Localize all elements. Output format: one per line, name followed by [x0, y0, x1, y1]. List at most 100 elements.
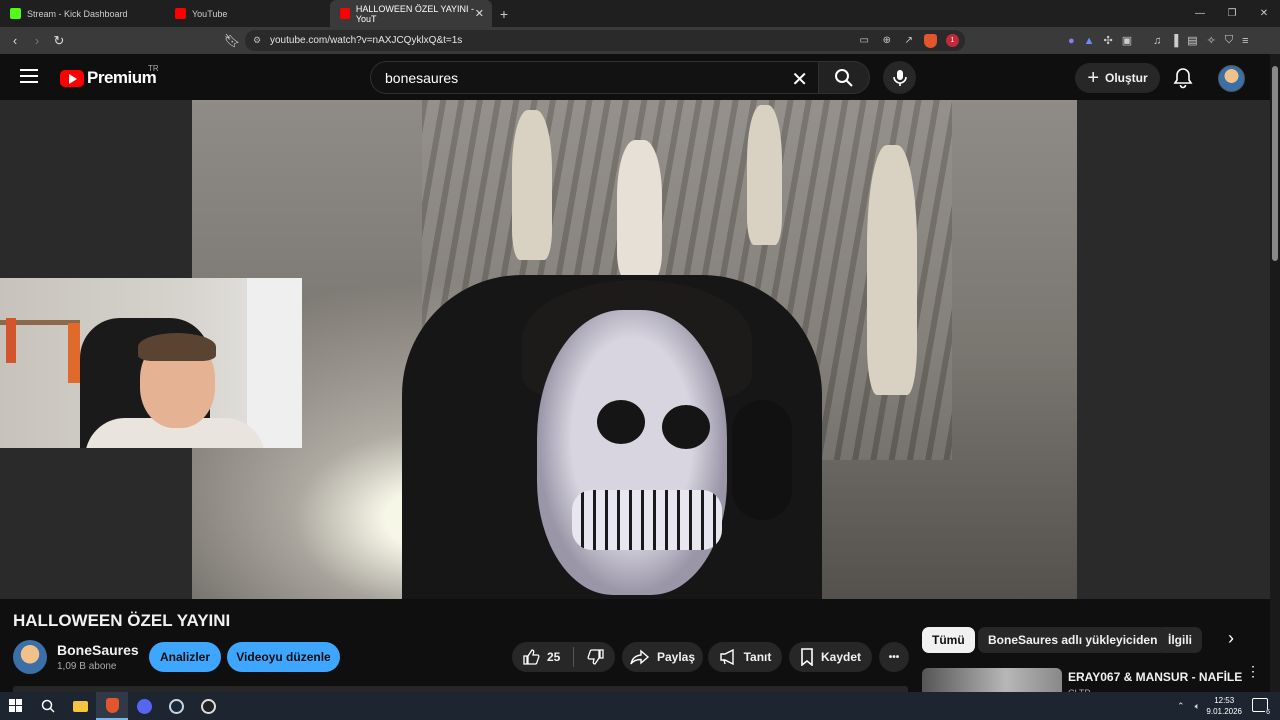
- recommendation-menu-icon[interactable]: ⋮: [1246, 664, 1260, 678]
- video-title: HALLOWEEN ÖZEL YAYINI: [13, 611, 231, 630]
- like-icon[interactable]: [522, 648, 540, 666]
- youtube-play-icon: [60, 69, 84, 87]
- scarf: [68, 323, 80, 383]
- save-label: Kaydet: [820, 650, 861, 664]
- youtube-premium-logo[interactable]: Premium TR: [60, 64, 159, 88]
- search-button[interactable]: [818, 61, 870, 94]
- tab-youtube[interactable]: YouTube: [165, 0, 330, 27]
- recommendation-thumbnail[interactable]: [922, 668, 1062, 692]
- youtube-favicon-icon: [175, 8, 186, 19]
- chip-related[interactable]: İlgili: [1158, 627, 1202, 653]
- promote-button[interactable]: Tanıt: [708, 642, 782, 672]
- extension-icon[interactable]: ▣: [1122, 34, 1132, 47]
- menu-icon[interactable]: ≡: [1242, 35, 1248, 47]
- windows-start-icon[interactable]: [0, 692, 32, 720]
- plus-icon: +: [1087, 67, 1099, 89]
- chips-next-icon[interactable]: ›: [1228, 628, 1234, 649]
- bookmark-icon[interactable]: 🔖︎: [222, 27, 242, 54]
- analytics-button[interactable]: Analizler: [149, 642, 221, 672]
- chip-all[interactable]: Tümü: [922, 627, 975, 653]
- more-actions-button[interactable]: •••: [879, 642, 909, 672]
- region-code: TR: [148, 64, 159, 73]
- video-frame[interactable]: [192, 100, 1077, 599]
- zoom-icon[interactable]: ⊕: [883, 35, 891, 46]
- notification-center-icon[interactable]: 6: [1252, 698, 1271, 716]
- create-label: Oluştur: [1105, 71, 1148, 85]
- eye-socket: [597, 400, 645, 444]
- site-info-icon[interactable]: ⚙: [253, 35, 261, 46]
- scrollbar-thumb[interactable]: [1272, 66, 1278, 261]
- notification-count: 6: [1265, 709, 1271, 716]
- brave-shield-icon[interactable]: [924, 33, 937, 48]
- back-icon[interactable]: ‹: [5, 27, 25, 54]
- voice-search-button[interactable]: [883, 61, 916, 94]
- new-tab-button[interactable]: +: [492, 0, 516, 27]
- search-icon[interactable]: [32, 692, 64, 720]
- system-clock[interactable]: 12:53 9.01.2026: [1206, 695, 1242, 717]
- system-tray: ⌃ 🔈︎: [1177, 692, 1200, 720]
- megaphone-icon: [719, 649, 734, 665]
- extensions-area: ● ▲ ✣ ▣ ♫ ▐ ▤ ✧ ⛉ ≡: [1068, 27, 1249, 54]
- hamburger-menu-icon[interactable]: [20, 69, 38, 83]
- search-bar: bonesaures ✕: [370, 61, 870, 94]
- cast-icon[interactable]: ▭: [860, 35, 869, 46]
- bookmark-icon: [801, 648, 813, 666]
- skull-teeth: [572, 490, 722, 550]
- extension-icon[interactable]: ▲: [1084, 35, 1095, 47]
- leo-icon[interactable]: ✧: [1207, 34, 1216, 47]
- logo-text: Premium: [87, 68, 157, 87]
- rewards-badge-icon[interactable]: 1: [946, 34, 959, 47]
- headset: [732, 400, 792, 520]
- wallet-icon[interactable]: ▤: [1187, 34, 1197, 47]
- address-bar[interactable]: ⚙ youtube.com/watch?v=nAXJCQyklxQ&t=1s ▭…: [245, 30, 965, 51]
- steam-icon[interactable]: [160, 692, 192, 720]
- tray-overflow-icon[interactable]: ⌃: [1177, 701, 1185, 712]
- ghost-decoration: [512, 110, 552, 260]
- channel-avatar[interactable]: [13, 640, 47, 674]
- brave-browser-icon[interactable]: [96, 692, 128, 720]
- search-icon: [835, 68, 853, 87]
- close-window-icon[interactable]: ✕: [1248, 0, 1280, 27]
- discord-icon[interactable]: [128, 692, 160, 720]
- clock-date: 9.01.2026: [1206, 707, 1242, 716]
- forward-icon[interactable]: ›: [27, 27, 47, 54]
- media-icon[interactable]: ♫: [1153, 35, 1161, 47]
- notifications-button[interactable]: [1173, 67, 1193, 94]
- webcam-overlay: [0, 278, 302, 448]
- extension-icon[interactable]: ●: [1068, 35, 1075, 47]
- channel-name[interactable]: BoneSaures: [57, 642, 139, 658]
- account-avatar[interactable]: [1218, 65, 1245, 92]
- tab-kick-dashboard[interactable]: Stream - Kick Dashboard: [0, 0, 165, 27]
- share-button[interactable]: Paylaş: [622, 642, 703, 672]
- vpn-icon[interactable]: ⛉: [1225, 34, 1233, 47]
- create-button[interactable]: + Oluştur: [1075, 63, 1160, 93]
- minimize-icon[interactable]: —: [1184, 0, 1216, 27]
- file-explorer-icon[interactable]: [64, 692, 96, 720]
- recommendation-title[interactable]: ERAY067 & MANSUR - NAFİLE: [1068, 670, 1242, 684]
- page-scrollbar[interactable]: [1270, 54, 1280, 692]
- sidebar-icon[interactable]: ▐: [1170, 35, 1178, 47]
- restore-icon[interactable]: ❐: [1216, 0, 1248, 27]
- subscriber-count: 1,09 B abone: [57, 661, 117, 672]
- edit-video-button[interactable]: Videoyu düzenle: [227, 642, 340, 672]
- search-input[interactable]: bonesaures ✕: [370, 61, 818, 94]
- tab-halloween-video[interactable]: HALLOWEEN ÖZEL YAYINI - YouT ✕: [330, 0, 492, 27]
- dislike-icon[interactable]: [587, 648, 605, 666]
- reload-icon[interactable]: ↻: [49, 27, 69, 54]
- chip-from-uploader[interactable]: BoneSaures adlı yükleyiciden: [978, 627, 1168, 653]
- kick-favicon-icon: [10, 8, 21, 19]
- puzzle-icon[interactable]: ✣: [1104, 34, 1113, 47]
- volume-icon[interactable]: 🔈︎: [1195, 701, 1200, 712]
- clock-time: 12:53: [1214, 696, 1235, 705]
- share-arrow-icon: [630, 649, 650, 665]
- clear-search-icon[interactable]: ✕: [791, 67, 808, 92]
- obs-icon[interactable]: [192, 692, 224, 720]
- like-count: 25: [547, 650, 561, 664]
- close-tab-icon[interactable]: ✕: [475, 7, 484, 20]
- divider: [573, 647, 575, 667]
- share-icon[interactable]: ↗: [905, 35, 913, 46]
- eye-socket: [662, 405, 710, 449]
- tab-label: Stream - Kick Dashboard: [27, 8, 128, 19]
- save-button[interactable]: Kaydet: [789, 642, 872, 672]
- microphone-icon: [892, 69, 907, 86]
